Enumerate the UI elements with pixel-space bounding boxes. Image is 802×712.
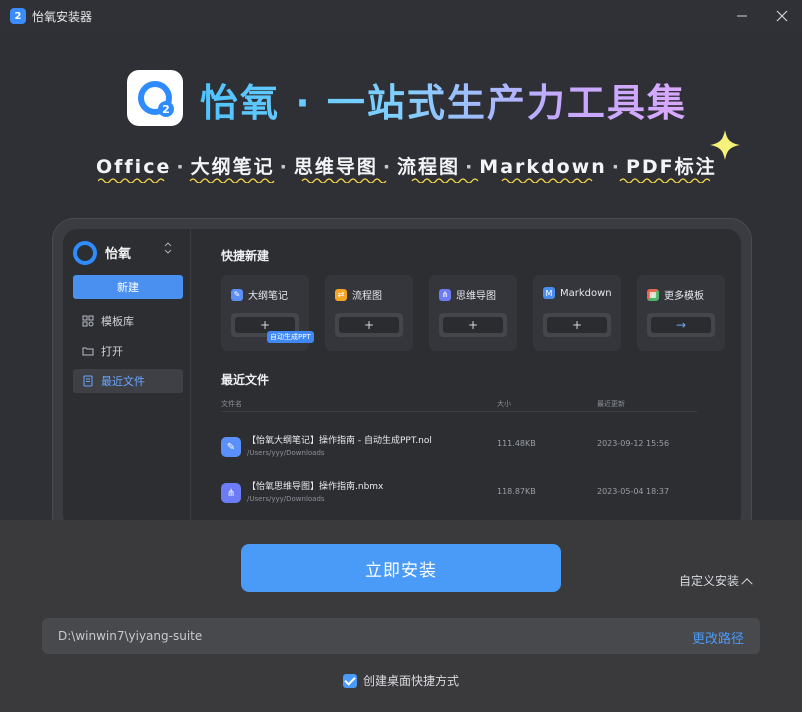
feature-list: Office·大纲笔记·思维导图·流程图·Markdown·PDF标注	[96, 152, 717, 179]
preview-logo-icon	[73, 241, 97, 265]
close-button[interactable]	[762, 0, 802, 32]
title-bar: 2 怡氧安装器	[0, 0, 802, 32]
custom-install-toggle[interactable]: 自定义安装	[679, 572, 751, 589]
change-path-link[interactable]: 更改路径	[692, 628, 744, 647]
preview-sidebar: 怡氧 新建 模板库 打开	[63, 229, 191, 522]
app-preview-screen: 怡氧 新建 模板库 打开	[63, 229, 741, 522]
column-size: 大小	[497, 399, 511, 409]
feature-flowchart: 流程图	[397, 156, 460, 178]
switch-chevron-icon	[163, 241, 173, 258]
feature-underline-squiggle	[98, 177, 710, 183]
app-logo-icon: 2	[10, 8, 26, 24]
file-path: /Users/yyy/Downloads	[247, 495, 325, 503]
file-updated: 2023-09-12 15:56	[597, 439, 669, 448]
feature-pdf: PDF标注	[626, 156, 717, 178]
templates-icon: ▦	[647, 289, 659, 301]
shortcut-checkbox[interactable]	[343, 674, 357, 688]
preview-nav-templates: 模板库	[73, 309, 183, 333]
file-updated: 2023-05-04 18:37	[597, 487, 669, 496]
minimize-button[interactable]	[722, 0, 762, 32]
card-markdown: MMarkdown +	[533, 275, 621, 351]
grid-icon	[81, 314, 95, 328]
brand-logo-icon: 2	[127, 70, 183, 126]
preview-new-button: 新建	[73, 275, 183, 299]
folder-icon	[81, 344, 95, 358]
file-name: 【怡氧大纲笔记】操作指南 - 自动生成PPT.nol	[247, 433, 432, 446]
plus-icon: +	[547, 317, 607, 333]
minimize-icon	[736, 10, 748, 22]
preview-nav-open: 打开	[73, 339, 183, 363]
file-size: 118.87KB	[497, 487, 536, 496]
mindmap-file-icon: ⋔	[221, 483, 241, 503]
card-more-templates: ▦更多模板 →	[637, 275, 725, 351]
feature-markdown: Markdown	[479, 156, 606, 178]
file-path: /Users/yyy/Downloads	[247, 449, 325, 457]
app-preview-frame: 怡氧 新建 模板库 打开	[52, 218, 752, 522]
window-title: 怡氧安装器	[32, 8, 92, 25]
install-panel: 立即安装 自定义安装 D:\winwin7\yiyang-suite 更改路径 …	[0, 520, 802, 712]
close-icon	[776, 10, 788, 22]
markdown-icon: M	[543, 287, 555, 299]
card-mindmap: ⋔思维导图 +	[429, 275, 517, 351]
column-updated: 最近更新	[597, 399, 625, 409]
chevron-up-icon	[741, 578, 752, 589]
preview-nav-recent: 最近文件	[73, 369, 183, 393]
plus-icon: +	[339, 317, 399, 333]
feature-mindmap: 思维导图	[294, 156, 378, 178]
install-now-button[interactable]: 立即安装	[241, 544, 561, 592]
auto-ppt-badge: 自动生成PPT	[267, 331, 314, 343]
mindmap-icon: ⋔	[439, 289, 451, 301]
plus-icon: +	[443, 317, 503, 333]
install-path-field[interactable]: D:\winwin7\yiyang-suite 更改路径	[42, 618, 760, 654]
feature-outline: 大纲笔记	[191, 156, 275, 178]
preview-app-name: 怡氧	[105, 243, 131, 262]
recent-files-title: 最近文件	[221, 371, 269, 388]
outline-icon: ✎	[231, 289, 243, 301]
divider	[221, 411, 697, 412]
document-icon	[81, 374, 95, 388]
shortcut-option[interactable]: 创建桌面快捷方式	[343, 672, 459, 689]
feature-office: Office	[96, 156, 171, 178]
brand-title: 怡氧 · 一站式生产力工具集	[200, 72, 687, 127]
install-path-text: D:\winwin7\yiyang-suite	[58, 629, 202, 643]
card-flowchart: ⇄流程图 +	[325, 275, 413, 351]
outline-file-icon: ✎	[221, 437, 241, 457]
arrow-right-icon: →	[651, 317, 711, 333]
hero-banner: 2 怡氧 · 一站式生产力工具集 Office·大纲笔记·思维导图·流程图·Ma…	[0, 32, 802, 522]
column-name: 文件名	[221, 399, 242, 409]
flow-icon: ⇄	[335, 289, 347, 301]
quick-create-title: 快捷新建	[221, 247, 269, 264]
file-name: 【怡氧思维导图】操作指南.nbmx	[247, 479, 383, 492]
file-size: 111.48KB	[497, 439, 536, 448]
shortcut-label: 创建桌面快捷方式	[363, 672, 459, 689]
